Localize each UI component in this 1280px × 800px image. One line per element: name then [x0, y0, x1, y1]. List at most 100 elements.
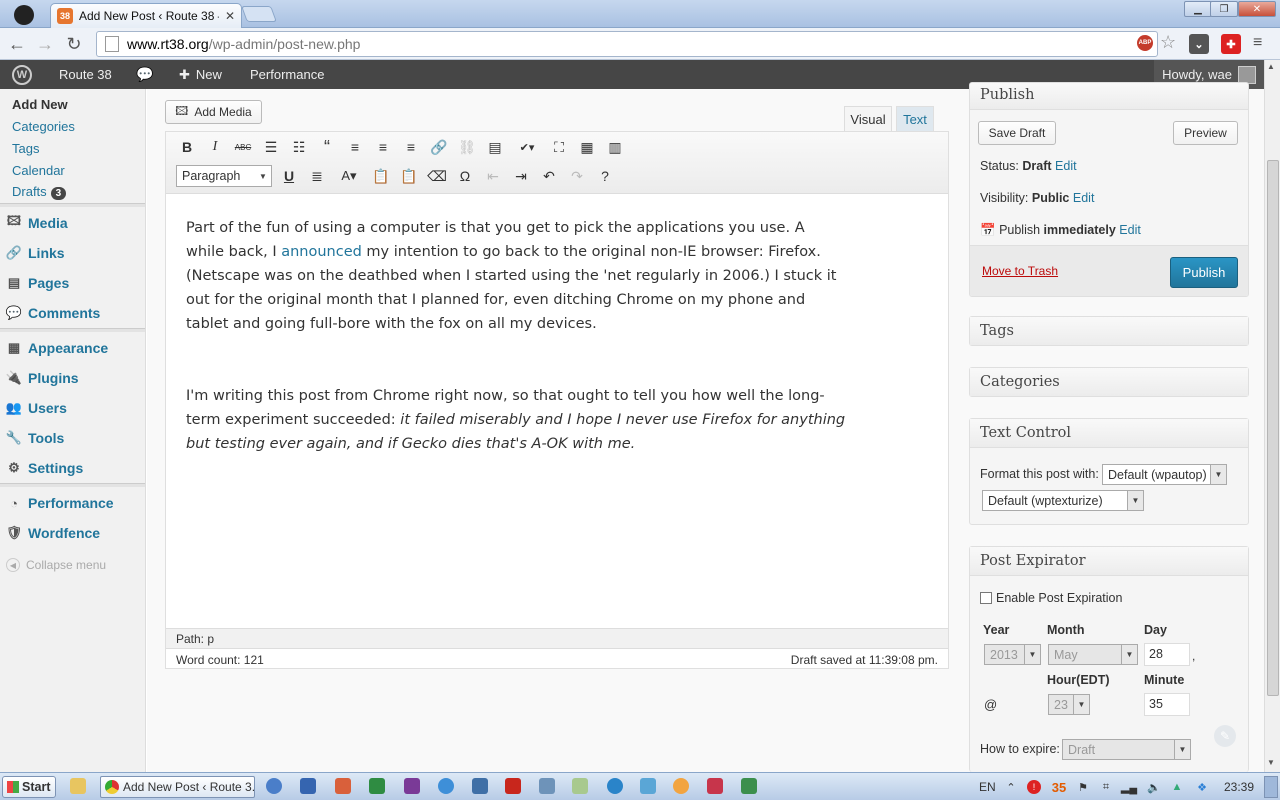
paste-word-icon[interactable]: 📋	[398, 165, 420, 187]
edit-status-link[interactable]: Edit	[1055, 159, 1077, 173]
reload-icon[interactable]: ↻	[63, 33, 85, 55]
tab-text[interactable]: Text	[896, 106, 934, 132]
minimize-button[interactable]: ▁	[1184, 1, 1212, 17]
language-indicator[interactable]: EN	[979, 780, 996, 794]
page-scrollbar[interactable]: ▲ ▼	[1264, 60, 1280, 772]
sidebar-item-tools[interactable]: 🔧 Tools	[0, 423, 145, 453]
taskbar-chrome-item[interactable]: Add New Post ‹ Route 3...	[100, 776, 255, 798]
adblock-icon[interactable]: ABP	[1137, 35, 1153, 51]
enable-expiration-row[interactable]: Enable Post Expiration	[980, 591, 1122, 605]
comments-icon[interactable]: 💬	[136, 60, 153, 89]
browser-tab[interactable]: 38 Add New Post ‹ Route 38 — ✕	[50, 3, 242, 28]
bullet-list-icon[interactable]: ☰	[260, 136, 282, 158]
new-content-link[interactable]: ✚ New	[179, 60, 222, 89]
python-icon[interactable]	[472, 778, 488, 794]
drive-icon[interactable]: ▲	[1169, 776, 1185, 798]
show-desktop-button[interactable]	[1264, 776, 1278, 798]
onenote-icon[interactable]	[404, 778, 420, 794]
save-draft-button[interactable]: Save Draft	[978, 121, 1056, 145]
justify-icon[interactable]: ≣	[306, 165, 328, 187]
sidebar-item-appearance[interactable]: ▦ Appearance	[0, 333, 145, 363]
bold-icon[interactable]: B	[176, 136, 198, 158]
tray-number[interactable]: 35	[1048, 776, 1070, 798]
clock[interactable]: 23:39	[1224, 780, 1254, 794]
sidebar-sub-drafts[interactable]: Drafts 3	[12, 184, 67, 200]
scroll-down-arrow[interactable]: ▼	[1267, 758, 1275, 767]
underline-icon[interactable]: U	[278, 165, 300, 187]
sidebar-item-plugins[interactable]: 🔌 Plugins	[0, 363, 145, 393]
explorer-icon[interactable]	[70, 778, 86, 794]
volume-icon[interactable]: 🔈	[1146, 776, 1162, 798]
align-left-icon[interactable]: ≡	[344, 136, 366, 158]
texturize-select[interactable]: Default (wptexturize) ▼	[982, 490, 1144, 511]
numbered-list-icon[interactable]: ☷	[288, 136, 310, 158]
menu-icon[interactable]: ≡	[1253, 34, 1262, 52]
align-right-icon[interactable]: ≡	[400, 136, 422, 158]
kitchen-sink-icon[interactable]: ▦	[576, 136, 598, 158]
globe-icon[interactable]	[607, 778, 623, 794]
sidebar-sub-add-new[interactable]: Add New	[12, 97, 68, 112]
filezilla-icon[interactable]	[505, 778, 521, 794]
address-bar[interactable]: www.rt38.org/wp-admin/post-new.php	[96, 31, 1158, 57]
edit-visibility-link[interactable]: Edit	[1073, 191, 1095, 205]
spellcheck-icon[interactable]: ✔▾	[512, 136, 542, 158]
format-post-select[interactable]: Default (wpautop) ▼	[1102, 464, 1227, 485]
close-tab-icon[interactable]: ✕	[225, 9, 235, 23]
sidebar-item-performance[interactable]: ◔ Performance	[0, 488, 145, 518]
add-media-button[interactable]: 🖾 Add Media	[165, 100, 262, 124]
edit-schedule-link[interactable]: Edit	[1119, 223, 1141, 237]
tags-box[interactable]: Tags	[969, 316, 1249, 346]
app-green-icon[interactable]	[741, 778, 757, 794]
move-to-trash-link[interactable]: Move to Trash	[982, 264, 1058, 278]
site-name-link[interactable]: Route 38	[59, 60, 112, 89]
flag-icon[interactable]: ⚑	[1075, 776, 1091, 798]
app-orange-icon[interactable]	[673, 778, 689, 794]
undo-icon[interactable]: ↶	[538, 165, 560, 187]
dropbox-icon[interactable]: ❖	[1194, 776, 1210, 798]
sidebar-item-users[interactable]: 👥 Users	[0, 393, 145, 423]
scroll-up-arrow[interactable]: ▲	[1267, 62, 1275, 71]
network-tool-icon[interactable]	[539, 778, 555, 794]
text-color-icon[interactable]: A▾	[334, 165, 364, 187]
sidebar-item-wordfence[interactable]: 🛡 Wordfence	[0, 518, 145, 548]
new-tab-button[interactable]	[241, 6, 277, 22]
quicklaunch-app-icon[interactable]	[266, 778, 282, 794]
excel-icon[interactable]	[369, 778, 385, 794]
link-icon[interactable]: 🔗	[428, 136, 450, 158]
collapse-menu-button[interactable]: ◀ Collapse menu	[0, 550, 145, 580]
app-red-icon[interactable]	[707, 778, 723, 794]
fullscreen-icon[interactable]: ⛶	[548, 136, 570, 158]
tray-expand-icon[interactable]: ⌃	[1003, 776, 1019, 798]
minute-input[interactable]: 35	[1144, 693, 1190, 716]
start-button[interactable]: Start	[2, 776, 56, 798]
github-icon[interactable]	[14, 5, 34, 25]
redo-icon[interactable]: ↷	[566, 165, 588, 187]
enable-expiration-checkbox[interactable]	[980, 592, 992, 604]
indent-icon[interactable]: ⇥	[510, 165, 532, 187]
alert-icon[interactable]: !	[1027, 780, 1041, 794]
maximize-button[interactable]: ❐	[1210, 1, 1238, 17]
sidebar-item-pages[interactable]: ▤ Pages	[0, 268, 145, 298]
sidebar-item-settings[interactable]: ⚙ Settings	[0, 453, 145, 483]
usb-icon[interactable]: ⌗	[1098, 776, 1114, 798]
word-icon[interactable]	[300, 778, 316, 794]
lastpass-icon[interactable]: ✚	[1221, 34, 1241, 54]
close-window-button[interactable]: ✕	[1238, 1, 1276, 17]
month-select[interactable]: May ▼	[1048, 644, 1138, 665]
preview-button[interactable]: Preview	[1173, 121, 1238, 145]
announced-link[interactable]: announced	[281, 244, 362, 260]
notepad-icon[interactable]	[572, 778, 588, 794]
clear-formatting-icon[interactable]: ⌫	[426, 165, 448, 187]
back-icon[interactable]: ←	[6, 33, 28, 55]
year-select[interactable]: 2013 ▼	[984, 644, 1041, 665]
forward-icon[interactable]: →	[34, 33, 56, 55]
star-icon[interactable]: ☆	[1160, 32, 1176, 53]
paste-text-icon[interactable]: 📋	[370, 165, 392, 187]
powerpoint-icon[interactable]	[335, 778, 351, 794]
sidebar-sub-calendar[interactable]: Calendar	[12, 163, 65, 178]
tab-visual[interactable]: Visual	[844, 106, 892, 132]
sidebar-sub-tags[interactable]: Tags	[12, 141, 39, 156]
publish-button[interactable]: Publish	[1170, 257, 1238, 288]
page-break-icon[interactable]: ▥	[604, 136, 626, 158]
pocket-icon[interactable]: ⌄	[1189, 34, 1209, 54]
